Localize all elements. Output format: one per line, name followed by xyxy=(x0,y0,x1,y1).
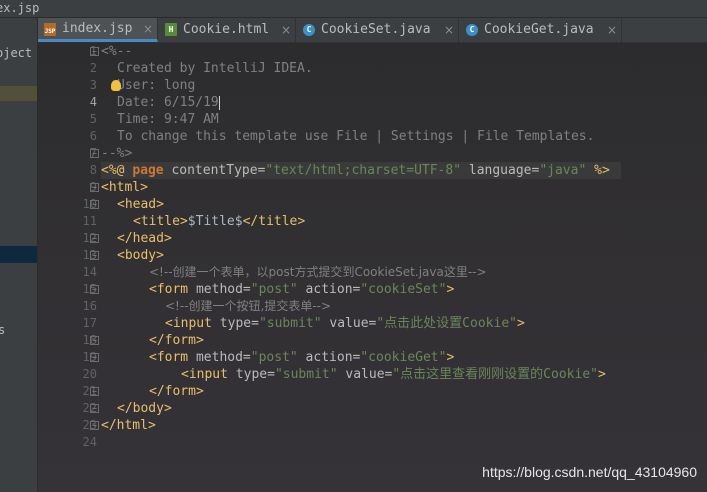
code-line-3[interactable]: User: long xyxy=(117,77,195,94)
tab-cookie-html[interactable]: H Cookie.html × xyxy=(159,18,296,42)
code-line-21[interactable]: </form> xyxy=(149,383,204,400)
code-line-5[interactable]: Time: 9:47 AM xyxy=(117,111,219,128)
code-line-20[interactable]: <input type="submit" value="点击这里查看刚刚设置的C… xyxy=(181,366,606,383)
line-number: 8 xyxy=(89,163,97,177)
window-title-bar: ex.jsp xyxy=(0,0,707,18)
fold-marker-icon[interactable]: − xyxy=(90,285,99,294)
code-line-9[interactable]: <html> xyxy=(101,179,148,196)
close-icon[interactable]: × xyxy=(281,18,291,42)
code-line-2[interactable]: Created by IntelliJ IDEA. xyxy=(117,60,313,77)
line-number: 6 xyxy=(89,129,97,143)
java-class-icon: C xyxy=(466,24,478,36)
line-number: 17 xyxy=(82,316,97,330)
close-icon[interactable]: × xyxy=(607,18,617,42)
project-panel[interactable]: oject s xyxy=(0,18,38,492)
line-number: 14 xyxy=(82,265,97,279)
tab-label: CookieGet.java xyxy=(484,22,594,37)
window-title: ex.jsp xyxy=(0,1,40,15)
code-line-19[interactable]: <form method="post" action="cookieGet"> xyxy=(149,349,454,366)
fold-marker-icon[interactable]: − xyxy=(90,234,99,243)
code-line-13[interactable]: <body> xyxy=(117,247,164,264)
editor-tab-bar: JSP index.jsp × H Cookie.html × C Cookie… xyxy=(38,18,707,43)
watermark: https://blog.csdn.net/qq_43104960 xyxy=(482,464,697,480)
line-number: 5 xyxy=(89,112,97,126)
code-line-18[interactable]: </form> xyxy=(149,332,204,349)
code-line-16[interactable]: <!--创建一个按钮,提交表单--> xyxy=(165,298,331,315)
line-number-gutter: 1 2 3 4 5 6 7 8 9 10 11 12 13 14 15 16 17 18 19 20 21 22 23 24−… xyxy=(38,43,99,492)
fold-marker-icon[interactable]: − xyxy=(90,149,99,158)
fold-marker-icon[interactable]: − xyxy=(90,336,99,345)
code-line-10[interactable]: <head> xyxy=(117,196,164,213)
tab-cookieget-java[interactable]: C CookieGet.java × xyxy=(460,18,622,42)
fold-marker-icon[interactable]: − xyxy=(90,353,99,362)
fold-marker-icon[interactable]: − xyxy=(90,183,99,192)
line-number: 20 xyxy=(82,367,97,381)
text-cursor xyxy=(218,95,220,110)
project-tree-selection[interactable] xyxy=(0,246,37,263)
code-line-11[interactable]: <title>$Title$</title> xyxy=(133,213,305,230)
line-number: 16 xyxy=(82,299,97,313)
line-number: 24 xyxy=(82,435,97,449)
java-class-icon: C xyxy=(303,24,315,36)
code-line-1[interactable]: <%-- xyxy=(101,43,132,60)
html-file-icon: H xyxy=(165,23,177,36)
code-line-14[interactable]: <!--创建一个表单，以post方式提交到CookieSet.java这里--> xyxy=(149,264,487,281)
code-line-7[interactable]: --%> xyxy=(101,145,132,162)
line-number: 2 xyxy=(89,61,97,75)
code-line-15[interactable]: <form method="post" action="cookieSet"> xyxy=(149,281,454,298)
tab-label: Cookie.html xyxy=(183,22,270,37)
jsp-file-icon: JSP xyxy=(44,23,56,36)
fold-marker-icon[interactable]: − xyxy=(90,421,99,430)
line-number: 3 xyxy=(89,78,97,92)
code-line-6[interactable]: To change this template use File | Setti… xyxy=(117,128,594,145)
code-line-8[interactable]: <%@ page contentType="text/html;charset=… xyxy=(101,162,621,179)
line-number: 11 xyxy=(82,214,97,228)
close-icon[interactable]: × xyxy=(143,18,153,40)
fold-marker-icon[interactable]: − xyxy=(90,200,99,209)
tab-index-jsp[interactable]: JSP index.jsp × xyxy=(38,18,158,42)
tab-label: CookieSet.java xyxy=(321,22,431,37)
code-line-17[interactable]: <input type="submit" value="点击此处设置Cookie… xyxy=(165,315,525,332)
tab-label: index.jsp xyxy=(62,21,133,36)
fold-marker-icon[interactable]: − xyxy=(90,404,99,413)
tab-cookieset-java[interactable]: C CookieSet.java × xyxy=(297,18,459,42)
fold-marker-icon[interactable]: − xyxy=(90,387,99,396)
code-line-12[interactable]: </head> xyxy=(117,230,172,247)
lightbulb-icon[interactable] xyxy=(111,80,121,91)
code-line-23[interactable]: </html> xyxy=(101,417,156,434)
code-line-4[interactable]: Date: 6/15/19 xyxy=(117,94,220,111)
line-number: 4 xyxy=(89,95,97,109)
fold-marker-icon[interactable]: − xyxy=(90,47,99,56)
project-tree-highlight xyxy=(0,86,37,101)
project-tree-item-fragment[interactable]: s xyxy=(0,323,5,337)
fold-marker-icon[interactable]: − xyxy=(90,251,99,260)
code-line-22[interactable]: </body> xyxy=(117,400,172,417)
close-icon[interactable]: × xyxy=(444,18,454,42)
project-label: oject xyxy=(0,46,33,60)
code-editor[interactable]: 1 2 3 4 5 6 7 8 9 10 11 12 13 14 15 16 17 18 19 20 21 22 23 24−… xyxy=(38,43,707,492)
